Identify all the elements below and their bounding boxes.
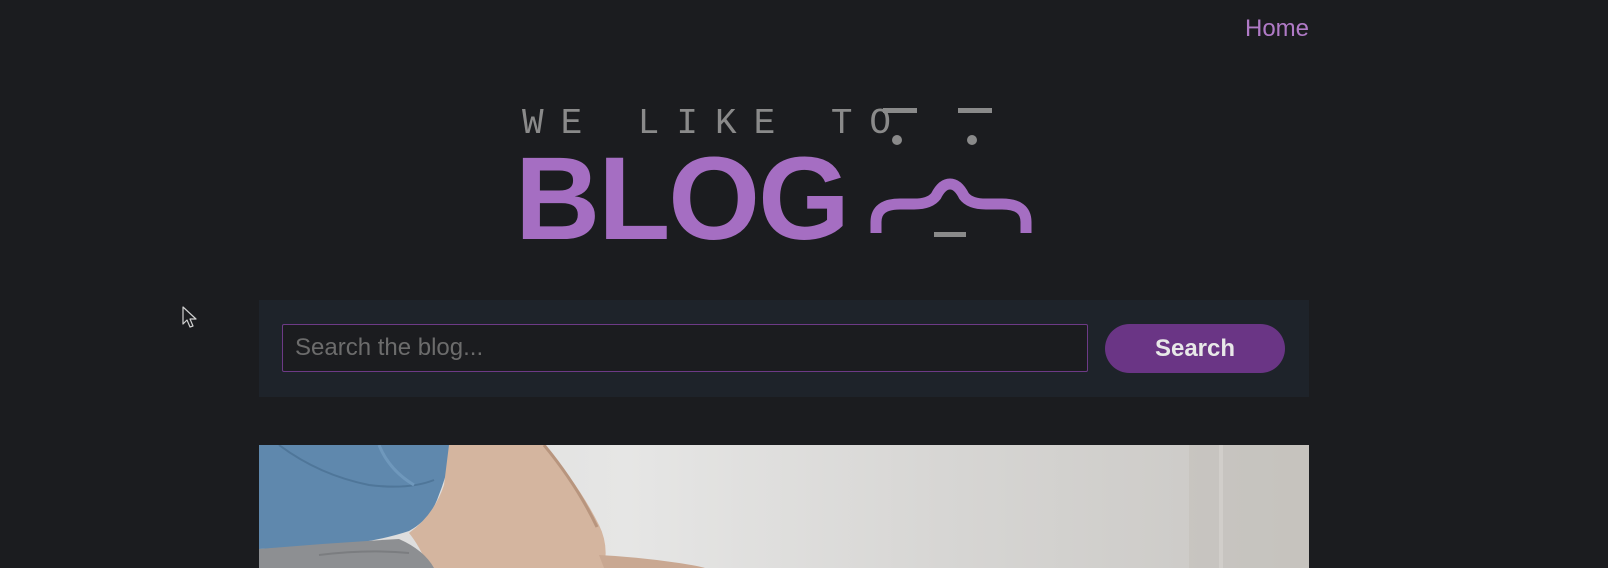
page: Home WE LIKE TO BLOG Search	[0, 0, 1608, 568]
face-icon	[870, 108, 1032, 237]
nav-home-link[interactable]: Home	[1245, 15, 1309, 43]
hero-photo	[259, 445, 1309, 568]
mouse-pointer-icon	[182, 306, 197, 328]
search-input[interactable]	[282, 324, 1088, 372]
search-panel: Search	[259, 300, 1309, 397]
hero-image	[259, 445, 1309, 568]
search-button[interactable]: Search	[1105, 324, 1285, 373]
site-logo[interactable]: WE LIKE TO BLOG	[510, 100, 1070, 260]
logo-word: BLOG	[515, 133, 850, 265]
